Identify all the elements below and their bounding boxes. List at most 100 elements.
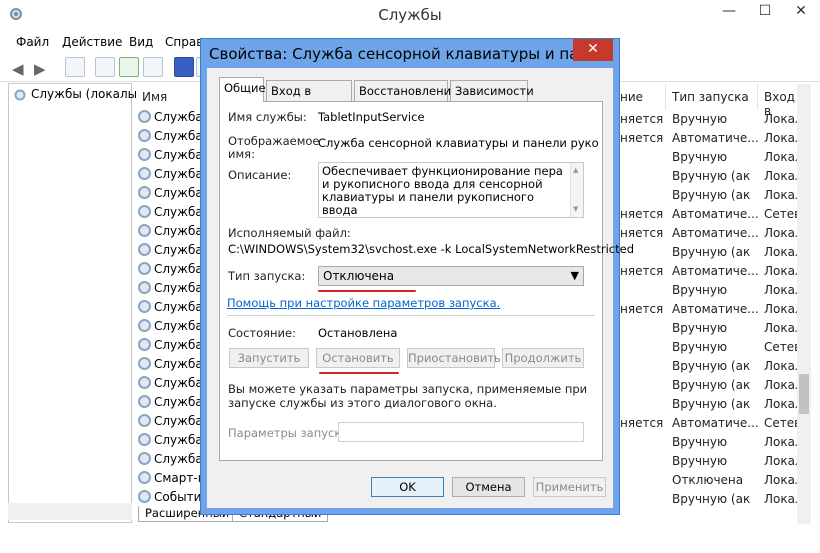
menu-file[interactable]: Файл	[16, 35, 49, 49]
table-row[interactable]: Служба	[138, 414, 208, 433]
list-vertical-scrollbar[interactable]	[797, 84, 811, 524]
forward-arrow-icon[interactable]: ▶	[34, 60, 46, 78]
row-state: няется	[620, 416, 664, 430]
service-gear-icon	[138, 319, 151, 332]
row-logon: Локал	[764, 492, 797, 506]
scrollbar-thumb[interactable]	[799, 374, 809, 414]
table-row[interactable]: Служба	[138, 395, 208, 414]
refresh-icon[interactable]	[119, 57, 139, 77]
row-state: няется	[620, 112, 664, 126]
menu-action[interactable]: Действие	[62, 35, 122, 49]
table-row[interactable]: Смарт-к	[138, 471, 208, 490]
params-input[interactable]	[338, 422, 584, 442]
table-row[interactable]: Служба	[138, 300, 208, 319]
dialog-close-button[interactable]: ✕	[573, 39, 613, 61]
table-row[interactable]: Служба	[138, 281, 208, 300]
column-header-name[interactable]: Имя	[136, 84, 206, 110]
service-gear-icon	[138, 281, 151, 294]
service-gear-icon	[138, 167, 151, 180]
table-row[interactable]: Служба	[138, 224, 208, 243]
help-icon[interactable]	[174, 57, 194, 77]
row-logon: Сетев	[764, 340, 797, 354]
row-startup: Автоматиче...	[672, 264, 758, 278]
ok-button[interactable]: OK	[371, 477, 444, 497]
scroll-down-icon[interactable]: ▼	[573, 203, 578, 216]
properties-dialog: Свойства: Служба сенсорной клавиатуры и …	[200, 38, 634, 515]
table-row[interactable]: Служба	[138, 148, 208, 167]
display-name-value[interactable]: Служба сенсорной клавиатуры и панели рук…	[318, 136, 598, 150]
row-name: Служба	[154, 319, 203, 333]
pause-button[interactable]: Приостановить	[407, 348, 501, 368]
column-header-startup-type[interactable]: Тип запуска	[666, 84, 758, 110]
table-row[interactable]: Служба	[138, 452, 208, 471]
table-row[interactable]: Служба	[138, 262, 208, 281]
start-button[interactable]: Запустить	[229, 348, 309, 368]
row-startup: Вручную (ак	[672, 188, 751, 202]
row-logon: Локал	[764, 321, 797, 335]
row-name: Служба	[154, 167, 203, 181]
startup-type-select[interactable]: Отключена ▼	[318, 266, 584, 286]
scroll-up-icon[interactable]: ▲	[573, 164, 578, 177]
row-name: Служба	[154, 186, 203, 200]
console-tree-icon[interactable]	[65, 57, 85, 77]
close-button[interactable]: ✕	[784, 0, 818, 24]
tab-dependencies[interactable]: Зависимости	[450, 80, 534, 101]
row-logon: Локал	[764, 169, 797, 183]
description-scrollbar[interactable]: ▲ ▼	[570, 163, 583, 217]
menu-view[interactable]: Вид	[129, 35, 153, 49]
tab-recovery[interactable]: Восстановление	[354, 80, 458, 101]
row-startup: Вручную (ак	[672, 359, 751, 373]
table-row[interactable]: Служба	[138, 129, 208, 148]
table-row[interactable]: Служба	[138, 338, 208, 357]
row-name: Событи	[154, 490, 202, 504]
tree-root-label[interactable]: Службы (локалы	[31, 87, 137, 101]
table-row[interactable]: Служба	[138, 376, 208, 395]
row-logon: Локал	[764, 378, 797, 392]
table-row[interactable]: Служба	[138, 205, 208, 224]
dialog-title: Свойства: Служба сенсорной клавиатуры и …	[209, 45, 579, 63]
column-header-logon[interactable]: Вход в	[758, 84, 798, 118]
menu-help[interactable]: Справ	[165, 35, 203, 49]
row-logon: Сетев	[764, 207, 797, 221]
row-logon: Локал	[764, 245, 797, 259]
table-row[interactable]: Служба	[138, 243, 208, 262]
maximize-button[interactable]: ☐	[748, 0, 782, 24]
table-row[interactable]: Служба	[138, 186, 208, 205]
description-box[interactable]: Обеспечивает функционирование пера и рук…	[318, 162, 584, 218]
general-tab-panel: Имя службы: TabletInputService Отображае…	[219, 101, 634, 461]
table-row[interactable]: Служба	[138, 319, 208, 338]
back-arrow-icon[interactable]: ◀	[12, 60, 24, 78]
exe-path: C:\WINDOWS\System32\svchost.exe -k Local…	[228, 242, 634, 256]
row-name: Служба	[154, 110, 203, 124]
row-startup: Вручную	[672, 454, 728, 468]
service-gear-icon	[138, 376, 151, 389]
table-row[interactable]: Служба	[138, 110, 208, 129]
row-name: Служба	[154, 376, 203, 390]
tab-general[interactable]: Общие	[219, 77, 266, 102]
row-logon: Локал	[764, 264, 797, 278]
row-name: Служба	[154, 224, 203, 238]
startup-help-link[interactable]: Помощь при настройке параметров запуска.	[227, 296, 500, 310]
annotation-underline	[318, 290, 416, 292]
apply-button[interactable]: Применить	[533, 477, 606, 497]
table-row[interactable]: Служба	[138, 167, 208, 186]
row-startup: Вручную	[672, 321, 728, 335]
minimize-button[interactable]: —	[712, 0, 746, 24]
stop-button[interactable]: Остановить	[316, 348, 400, 368]
left-horizontal-scrollbar[interactable]	[8, 503, 132, 520]
row-logon: Локал	[764, 283, 797, 297]
resume-button[interactable]: Продолжить	[502, 348, 584, 368]
column-header-state[interactable]: ние	[614, 84, 666, 110]
properties-icon[interactable]	[95, 57, 115, 77]
window-title: Службы	[378, 6, 442, 24]
export-icon[interactable]	[143, 57, 163, 77]
row-startup: Вручную	[672, 150, 728, 164]
params-hint: Вы можете указать параметры запуска, при…	[228, 382, 588, 410]
service-gear-icon	[138, 110, 151, 123]
service-gear-icon	[138, 338, 151, 351]
table-row[interactable]: Служба	[138, 433, 208, 452]
table-row[interactable]: Служба	[138, 357, 208, 376]
tab-logon[interactable]: Вход в систему	[266, 80, 352, 112]
cancel-button[interactable]: Отмена	[452, 477, 525, 497]
params-label: Параметры запуска:	[228, 426, 353, 440]
